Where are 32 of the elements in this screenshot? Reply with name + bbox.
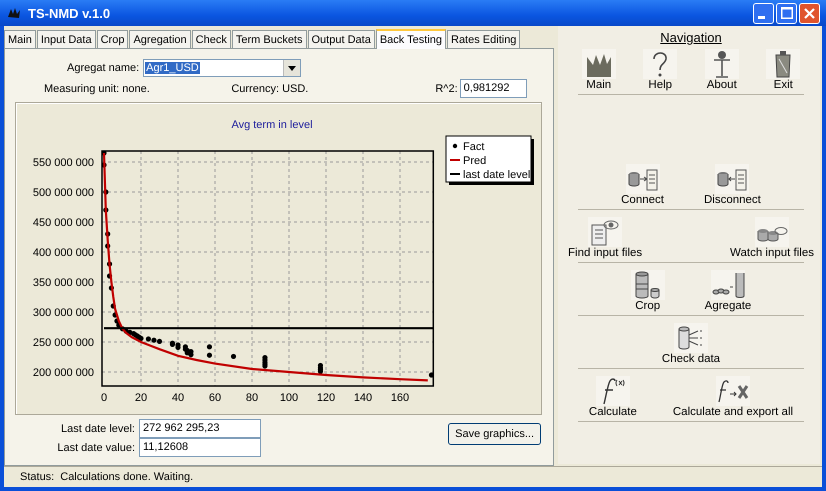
y-tick-label: 550 000 000 <box>32 156 94 169</box>
y-tick-label: 400 000 000 <box>32 247 94 259</box>
window-title: TS-NMD v.1.0 <box>28 6 110 20</box>
y-tick-label: 200 000 000 <box>32 367 94 380</box>
y-tick-label: 350 000 000 <box>32 277 94 289</box>
x-tick-label: 80 <box>246 392 258 404</box>
r-squared-label: R^2: <box>435 82 458 94</box>
navigation-title: Navigation <box>660 30 722 45</box>
x-tick-label: 20 <box>134 392 148 404</box>
x-tick-label: 100 <box>280 392 298 404</box>
status-label: Status: <box>20 471 54 483</box>
chart-title: Avg term in level <box>231 119 313 131</box>
x-tick-label: 40 <box>172 392 184 404</box>
x-tick-label: 60 <box>208 392 222 404</box>
x-tick-label: 0 <box>100 392 108 404</box>
status-text: Calculations done. Waiting. <box>60 471 194 483</box>
legend-label: Fact <box>463 141 484 153</box>
measuring-unit-text: Measuring unit: none. <box>44 82 151 94</box>
currency-text: Currency: USD. <box>231 82 310 94</box>
x-tick-label: 120 <box>316 392 336 404</box>
y-tick-label: 300 000 000 <box>32 307 94 319</box>
y-tick-label: 500 000 000 <box>32 186 94 199</box>
legend-label: Pred <box>463 155 486 167</box>
x-tick-label: 140 <box>354 392 372 404</box>
agregat-label: Agregat name: <box>67 62 140 74</box>
y-tick-label: 250 000 000 <box>32 337 94 350</box>
last-date-value-label: Last date value: <box>56 442 136 454</box>
last-date-level-label: Last date level: <box>60 422 136 434</box>
legend-label: last date level <box>463 169 530 181</box>
y-tick-label: 450 000 000 <box>32 217 94 229</box>
x-tick-label: 160 <box>390 392 410 404</box>
agregat-value: Agr1_USD <box>145 62 200 74</box>
